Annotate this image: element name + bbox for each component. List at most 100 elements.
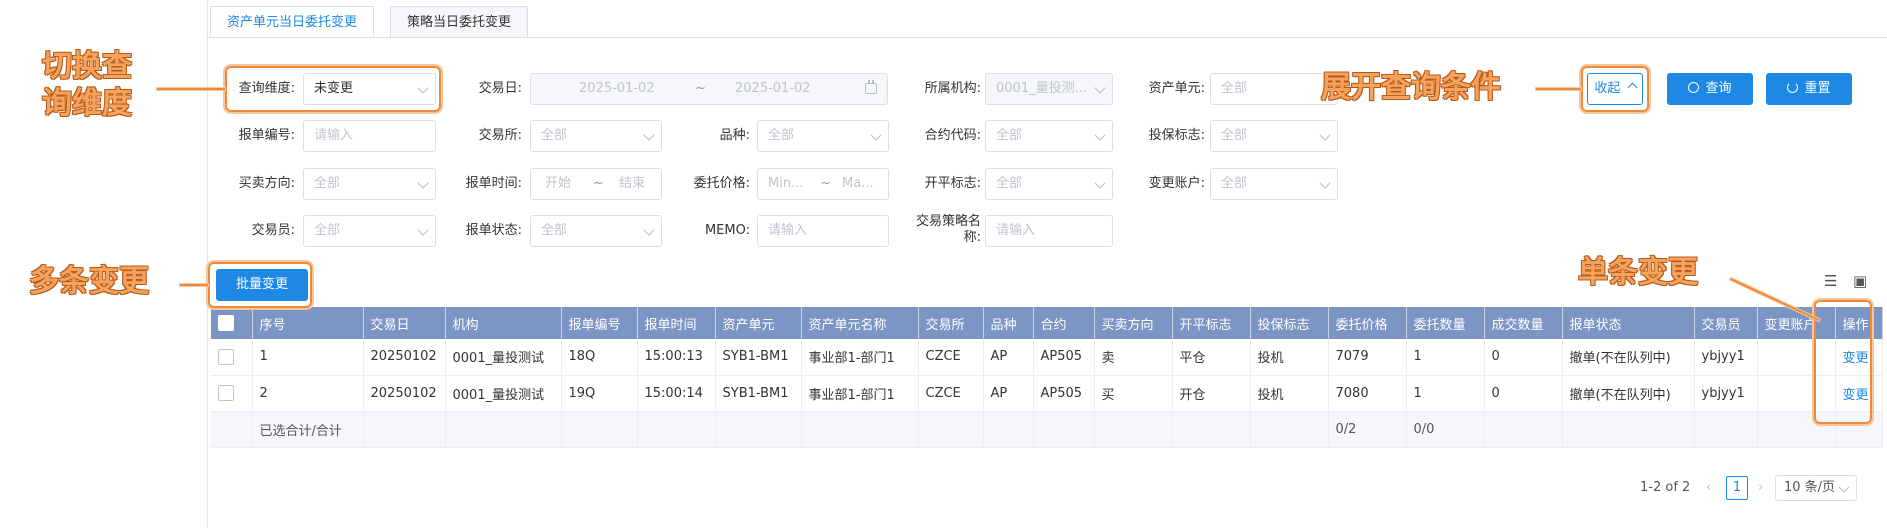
strategy-label-line2: 称: — [963, 230, 981, 245]
table-cell — [1094, 411, 1173, 448]
table-row: 1 20250102 0001_量投测试 18Q 15:00:13 SYB1-B… — [211, 339, 1883, 376]
memo-input[interactable]: 请输入 — [757, 215, 889, 247]
trade-date-range[interactable]: 2025-01-02 ~ 2025-01-02 — [530, 73, 888, 105]
annotation-line-multi — [180, 284, 208, 286]
table-cell: CZCE — [918, 339, 984, 376]
table-cell — [983, 411, 1034, 448]
col-header: 买卖方向 — [1094, 307, 1173, 339]
table-cell: 事业部1-部门1 — [801, 375, 919, 412]
col-header: 成交数量 — [1484, 307, 1563, 339]
variety-select[interactable]: 全部 — [757, 120, 889, 152]
highlight-batch — [208, 262, 312, 308]
chevron-down-icon — [643, 224, 655, 236]
table-cell: 2 — [252, 375, 364, 412]
table-cell: 平仓 — [1172, 339, 1251, 376]
order-time-label: 报单时间: — [465, 176, 522, 191]
trader-select[interactable]: 全部 — [303, 215, 436, 247]
price-range[interactable]: Min... ~ Ma... — [757, 168, 889, 200]
table-cell: 7080 — [1328, 375, 1407, 412]
select-all-checkbox[interactable] — [218, 315, 234, 331]
contract-label: 合约代码: — [924, 128, 981, 143]
change-account-label: 变更账户: — [1148, 176, 1205, 191]
reset-label: 重置 — [1804, 81, 1831, 96]
table-cell: 投机 — [1250, 375, 1329, 412]
table-cell — [445, 411, 562, 448]
table-cell: 19Q — [561, 375, 638, 412]
asset-unit-select[interactable]: 全部 — [1210, 73, 1338, 105]
row-select-cell[interactable] — [211, 339, 253, 376]
org-select[interactable]: 0001_量投测... — [985, 73, 1113, 105]
hedge-select[interactable]: 全部 — [1210, 120, 1338, 152]
table-cell: SYB1-BM1 — [715, 339, 802, 376]
col-header: 资产单元名称 — [801, 307, 919, 339]
annotation-line-switch — [157, 88, 225, 90]
prev-page-icon[interactable]: ‹ — [1706, 475, 1711, 501]
reset-button[interactable]: 重置 — [1766, 73, 1852, 105]
table-cell: AP505 — [1033, 339, 1095, 376]
table-cell: ybjyy1 — [1694, 339, 1758, 376]
change-account-select[interactable]: 全部 — [1210, 168, 1338, 200]
col-header: 交易所 — [918, 307, 984, 339]
row-select-cell[interactable] — [211, 375, 253, 412]
offset-label: 开平标志: — [924, 176, 981, 191]
exchange-select[interactable]: 全部 — [530, 120, 662, 152]
trade-date-end: 2025-01-02 — [735, 81, 811, 96]
table-cell: 1 — [1406, 339, 1485, 376]
table-cell — [715, 411, 802, 448]
col-header: 委托数量 — [1406, 307, 1485, 339]
annotation-multi: 多条变更 — [29, 264, 149, 299]
annotation-single: 单条变更 — [1578, 255, 1698, 290]
table-cell: AP505 — [1033, 375, 1095, 412]
order-no-placeholder: 请输入 — [314, 128, 354, 143]
highlight-single-change — [1814, 300, 1872, 424]
table-cell: 20250102 — [363, 339, 446, 376]
calendar-icon — [865, 80, 877, 94]
query-button[interactable]: 查询 — [1667, 73, 1753, 105]
strategy-placeholder: 请输入 — [996, 223, 1036, 238]
table-cell: 1 — [252, 339, 364, 376]
next-page-icon[interactable]: › — [1758, 475, 1763, 501]
export-icon[interactable]: ▣ — [1853, 272, 1867, 290]
offset-select[interactable]: 全部 — [985, 168, 1113, 200]
table-cell: AP — [983, 375, 1034, 412]
table-cell — [918, 411, 984, 448]
tab-asset-unit-order-change[interactable]: 资产单元当日委托变更 — [210, 6, 375, 38]
page-1-button[interactable]: 1 — [1726, 476, 1748, 500]
memo-placeholder: 请输入 — [768, 223, 808, 238]
tab-strategy-order-change[interactable]: 策略当日委托变更 — [390, 6, 529, 38]
direction-select[interactable]: 全部 — [303, 168, 436, 200]
order-table: 序号 交易日 机构 报单编号 报单时间 资产单元 资产单元名称 交易所 品种 合… — [211, 307, 1883, 448]
select-all-cell[interactable] — [211, 307, 253, 339]
table-cell: 7079 — [1328, 339, 1407, 376]
table-cell — [1484, 411, 1563, 448]
page-size-value: 10 条/页 — [1784, 480, 1836, 495]
chevron-down-icon — [643, 129, 655, 141]
contract-select[interactable]: 全部 — [985, 120, 1113, 152]
strategy-label-line1: 交易策略名 — [915, 214, 981, 229]
org-label: 所属机构: — [924, 81, 981, 96]
table-cell: 事业部1-部门1 — [801, 339, 919, 376]
order-no-input[interactable]: 请输入 — [303, 120, 436, 152]
price-max: Ma... — [842, 176, 874, 191]
trader-placeholder: 全部 — [314, 223, 341, 238]
table-header-row: 序号 交易日 机构 报单编号 报单时间 资产单元 资产单元名称 交易所 品种 合… — [211, 307, 1883, 339]
col-header: 报单状态 — [1562, 307, 1695, 339]
col-header: 机构 — [445, 307, 562, 339]
table-cell: 0001_量投测试 — [445, 339, 562, 376]
row-checkbox[interactable] — [218, 348, 234, 365]
table-cell — [637, 411, 716, 448]
order-time-sep: ~ — [593, 176, 604, 191]
chevron-down-icon — [417, 177, 429, 189]
table-cell: 18Q — [561, 339, 638, 376]
direction-placeholder: 全部 — [314, 176, 341, 191]
table-cell — [1694, 411, 1758, 448]
order-time-range[interactable]: 开始 ~ 结束 — [530, 168, 662, 200]
order-status-select[interactable]: 全部 — [530, 215, 662, 247]
table-cell: 卖 — [1094, 339, 1173, 376]
query-label: 查询 — [1705, 81, 1732, 96]
order-time-end: 结束 — [619, 176, 646, 191]
page-size-select[interactable]: 10 条/页 — [1775, 475, 1857, 501]
strategy-input[interactable]: 请输入 — [985, 215, 1113, 247]
row-checkbox[interactable] — [218, 385, 234, 401]
column-settings-icon[interactable]: ☰ — [1824, 272, 1837, 290]
